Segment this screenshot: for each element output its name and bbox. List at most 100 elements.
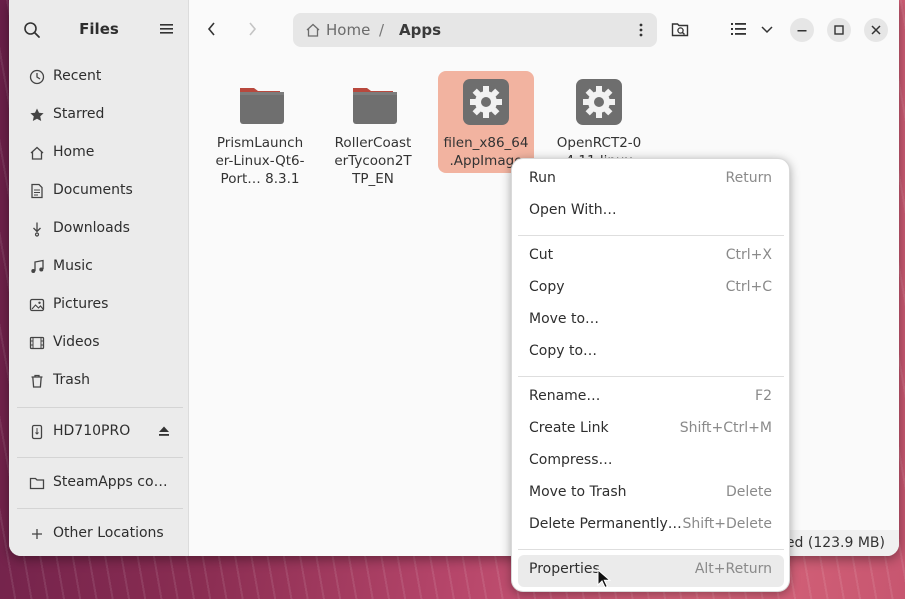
back-icon[interactable] [202, 18, 222, 40]
close-button[interactable] [864, 18, 888, 42]
menu-item-shortcut: F2 [755, 388, 772, 404]
menu-item-open-with[interactable]: Open With… [518, 196, 784, 228]
menu-item-label: Run [529, 170, 556, 186]
status-bar: ed (123.9 MB) [775, 530, 899, 556]
usb-drive-icon [31, 424, 43, 440]
file-name: PrismLaunch er-Linux-Qt6- Port… 8.3.1 [212, 134, 308, 188]
menu-item-shortcut: Ctrl+C [725, 279, 772, 295]
sidebar-item-drive[interactable]: HD710PRO [17, 415, 183, 449]
list-view-icon[interactable] [730, 19, 748, 39]
maximize-icon [834, 25, 844, 35]
clock-icon [29, 69, 45, 85]
sidebar-item-label: Documents [53, 182, 133, 198]
menu-item-label: Copy to… [529, 343, 598, 359]
menu-item-rename[interactable]: Rename… F2 [518, 382, 784, 414]
sidebar-item-trash[interactable]: Trash [17, 364, 183, 398]
menu-item-properties[interactable]: Properties Alt+Return [518, 555, 784, 587]
folder-icon [29, 477, 45, 490]
file-name-line: TP_EN [352, 171, 394, 187]
sidebar-item-pictures[interactable]: Pictures [17, 288, 183, 322]
menu-item-copy-to[interactable]: Copy to… [518, 337, 784, 369]
menu-item-shortcut: Ctrl+X [725, 247, 772, 263]
sidebar-item-recent[interactable]: Recent [17, 60, 183, 94]
maximize-button[interactable] [827, 18, 851, 42]
close-icon [871, 25, 881, 35]
menu-item-copy[interactable]: Copy Ctrl+C [518, 273, 784, 305]
sidebar-item-label: SteamApps co… [53, 474, 168, 490]
sidebar-item-documents[interactable]: Documents [17, 174, 183, 208]
file-item-folder[interactable]: RollerCoast erTycoon2T TP_EN [325, 71, 421, 188]
mouse-pointer-icon [597, 569, 611, 589]
music-icon [31, 259, 44, 273]
chevron-down-icon[interactable] [758, 19, 776, 39]
gear-icon [463, 79, 509, 125]
sidebar-item-label: Home [53, 144, 95, 160]
menu-item-cut[interactable]: Cut Ctrl+X [518, 241, 784, 273]
breadcrumb-home[interactable]: Home [326, 21, 370, 39]
document-icon [31, 183, 43, 199]
path-bar[interactable]: Home / Apps [293, 13, 657, 47]
sidebar-divider [17, 407, 183, 408]
menu-item-label: Move to Trash [529, 484, 627, 500]
menu-item-compress[interactable]: Compress… [518, 446, 784, 478]
file-name-line: filen_x86_64 [443, 135, 529, 151]
trash-icon [31, 374, 43, 388]
home-icon [30, 146, 44, 160]
menu-item-label: Delete Permanently… [529, 516, 682, 532]
sidebar-item-other-locations[interactable]: Other Locations [17, 517, 183, 551]
folder-icon [353, 88, 397, 124]
sidebar-item-label: Pictures [53, 296, 109, 312]
menu-item-label: Open With… [529, 202, 617, 218]
folder-icon [240, 88, 284, 124]
file-name-line: erTycoon2T [334, 153, 412, 169]
video-icon [29, 336, 45, 350]
file-item-executable[interactable]: OpenRCT2-0 4.11 linux [551, 71, 647, 170]
menu-item-label: Compress… [529, 452, 613, 468]
menu-divider [518, 235, 784, 236]
menu-item-shortcut: Delete [726, 484, 772, 500]
minimize-icon [797, 30, 807, 32]
file-item-selected[interactable]: filen_x86_64 .AppImage [438, 71, 534, 173]
search-folder-icon[interactable] [671, 19, 689, 39]
menu-item-move-to[interactable]: Move to… [518, 305, 784, 337]
context-menu: Run Return Open With… Cut Ctrl+X Copy Ct… [511, 158, 790, 592]
breadcrumb-current[interactable]: Apps [399, 21, 441, 39]
menu-item-delete-permanently[interactable]: Delete Permanently… Shift+Delete [518, 510, 784, 542]
sidebar-item-starred[interactable]: Starred [17, 98, 183, 132]
picture-icon [29, 298, 45, 312]
sidebar-divider [17, 508, 183, 509]
sidebar-item-label: Recent [53, 68, 102, 84]
sidebar-item-label: Music [53, 258, 93, 274]
sidebar-item-label: Starred [53, 106, 105, 122]
sidebar-item-home[interactable]: Home [17, 136, 183, 170]
sidebar-item-label: Other Locations [53, 525, 164, 541]
menu-item-label: Cut [529, 247, 554, 263]
eject-icon[interactable] [158, 425, 170, 437]
menu-divider [518, 549, 784, 550]
menu-divider [518, 376, 784, 377]
sidebar: Files Recent Starred Home Documents Down… [9, 0, 189, 556]
sidebar-header: Files [9, 0, 188, 60]
file-name: RollerCoast erTycoon2T TP_EN [325, 134, 421, 188]
sidebar-item-bookmark[interactable]: SteamApps co… [17, 466, 183, 500]
forward-icon[interactable] [242, 18, 262, 40]
sidebar-divider [17, 457, 183, 458]
path-menu-icon[interactable] [633, 22, 649, 38]
menu-item-run[interactable]: Run Return [518, 164, 784, 196]
minimize-button[interactable] [790, 18, 814, 42]
sidebar-item-label: Trash [53, 372, 90, 388]
sidebar-item-label: Videos [53, 334, 100, 350]
file-item-folder[interactable]: PrismLaunch er-Linux-Qt6- Port… 8.3.1 [212, 71, 308, 188]
menu-item-label: Move to… [529, 311, 600, 327]
menu-item-label: Create Link [529, 420, 609, 436]
sidebar-item-videos[interactable]: Videos [17, 326, 183, 360]
file-name-line: PrismLaunch [216, 135, 304, 151]
menu-item-move-to-trash[interactable]: Move to Trash Delete [518, 478, 784, 510]
file-name-line: OpenRCT2-0 [556, 135, 642, 151]
sidebar-item-downloads[interactable]: Downloads [17, 212, 183, 246]
menu-item-create-link[interactable]: Create Link Shift+Ctrl+M [518, 414, 784, 446]
sidebar-item-music[interactable]: Music [17, 250, 183, 284]
menu-item-label: Rename… [529, 388, 601, 404]
menu-item-shortcut: Shift+Ctrl+M [679, 420, 772, 436]
main-menu-icon[interactable] [159, 22, 175, 36]
